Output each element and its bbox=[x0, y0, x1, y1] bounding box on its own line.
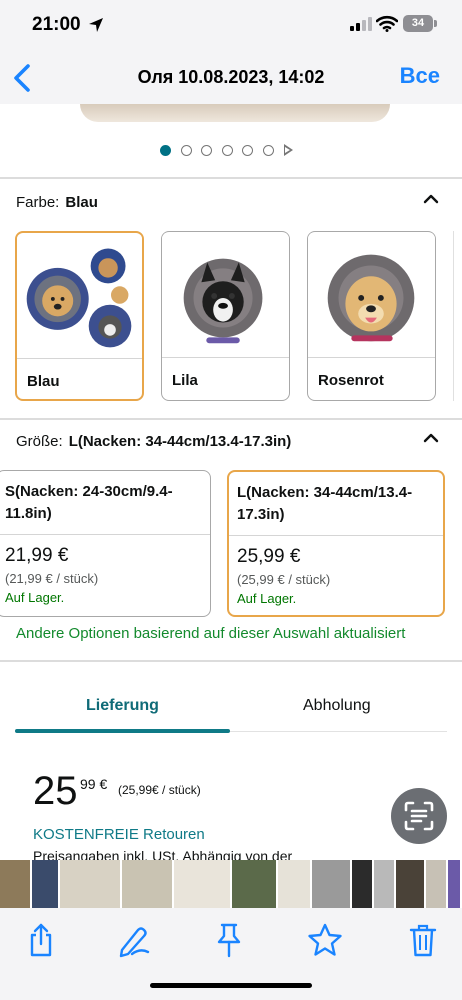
size-label-text: Größe: bbox=[16, 433, 63, 450]
color-label-text: Farbe: bbox=[16, 194, 60, 211]
location-arrow-icon bbox=[89, 18, 103, 32]
size-option-price: 25,99 € bbox=[237, 546, 301, 567]
divider bbox=[0, 418, 462, 420]
color-option-rosenrot[interactable]: Rosenrot bbox=[307, 231, 436, 401]
status-time: 21:00 bbox=[32, 14, 81, 35]
size-option-l[interactable]: L(Nacken: 34-44cm/13.4-17.3in) 25,99 € (… bbox=[227, 470, 445, 617]
color-option-lila[interactable]: Lila bbox=[161, 231, 290, 401]
gallery-dot[interactable] bbox=[262, 144, 274, 156]
price-cents: 99 € bbox=[80, 776, 108, 792]
nav-title: Оля 10.08.2023, 14:02 bbox=[137, 67, 325, 87]
battery-tip bbox=[434, 20, 437, 27]
color-value: Blau bbox=[65, 194, 98, 211]
nav-bar: Оля 10.08.2023, 14:02 Все bbox=[0, 52, 462, 104]
product-thumbnail bbox=[17, 234, 142, 357]
text-scan-icon bbox=[404, 801, 434, 831]
size-option-s[interactable]: S(Nacken: 24-30cm/9.4-11.8in) 21,99 € (2… bbox=[0, 470, 211, 617]
photo-thumbnail[interactable] bbox=[60, 860, 122, 908]
photo-thumbnail-strip[interactable] bbox=[0, 860, 462, 908]
tab-pickup[interactable]: Abholung bbox=[303, 697, 371, 715]
photo-thumbnail[interactable] bbox=[374, 860, 396, 908]
color-option-peek[interactable] bbox=[453, 231, 462, 401]
color-option-blau[interactable]: Blau bbox=[15, 231, 144, 401]
photo-thumbnail[interactable] bbox=[32, 860, 60, 908]
options-update-note: Andere Optionen basierend auf dieser Aus… bbox=[16, 625, 406, 642]
product-image[interactable] bbox=[80, 104, 390, 122]
trash-icon[interactable] bbox=[406, 922, 440, 958]
size-option-stock: Auf Lager. bbox=[5, 590, 65, 605]
size-value: L(Nacken: 34-44cm/13.4-17.3in) bbox=[68, 433, 292, 450]
size-option-unit-price: (25,99 € / stück) bbox=[237, 572, 331, 587]
color-option-label: Lila bbox=[172, 372, 198, 389]
photo-thumbnail[interactable] bbox=[426, 860, 448, 908]
gallery-dot[interactable] bbox=[242, 144, 254, 156]
product-thumbnail bbox=[162, 232, 289, 357]
product-thumbnail bbox=[308, 232, 435, 357]
wifi-icon bbox=[376, 15, 398, 32]
pin-icon[interactable] bbox=[212, 922, 246, 958]
photo-thumbnail[interactable] bbox=[448, 860, 462, 908]
tab-active-indicator bbox=[15, 729, 230, 733]
photo-thumbnail[interactable] bbox=[312, 860, 352, 908]
gallery-dot[interactable] bbox=[221, 144, 233, 156]
size-option-price: 21,99 € bbox=[5, 545, 69, 566]
photo-thumbnail[interactable] bbox=[352, 860, 374, 908]
color-option-label: Rosenrot bbox=[318, 372, 384, 389]
size-option-label: S(Nacken: 24-30cm/9.4-11.8in) bbox=[5, 483, 173, 522]
status-bar: 21:00 34 bbox=[0, 0, 462, 52]
photo-thumbnail[interactable] bbox=[174, 860, 232, 908]
size-option-label: L(Nacken: 34-44cm/13.4-17.3in) bbox=[237, 484, 413, 523]
photo-thumbnail[interactable] bbox=[278, 860, 312, 908]
all-photos-button[interactable]: Все bbox=[400, 63, 440, 89]
gallery-dot[interactable] bbox=[180, 144, 192, 156]
signal-icon bbox=[350, 17, 372, 31]
divider bbox=[0, 660, 462, 662]
markup-icon[interactable] bbox=[118, 922, 152, 958]
gallery-dot[interactable] bbox=[160, 144, 171, 156]
photo-thumbnail[interactable] bbox=[122, 860, 174, 908]
photo-thumbnail[interactable] bbox=[396, 860, 426, 908]
collapse-size-icon[interactable] bbox=[423, 430, 439, 446]
share-icon[interactable] bbox=[24, 922, 58, 958]
size-option-unit-price: (21,99 € / stück) bbox=[5, 571, 99, 586]
gallery-dots[interactable] bbox=[160, 143, 293, 157]
divider bbox=[0, 177, 462, 179]
gallery-play-icon[interactable] bbox=[283, 144, 293, 156]
size-label: Größe: L(Nacken: 34-44cm/13.4-17.3in) bbox=[16, 433, 291, 450]
color-label: Farbe: Blau bbox=[16, 194, 98, 211]
free-returns-link[interactable]: KOSTENFREIE Retouren bbox=[33, 826, 205, 843]
photo-thumbnail[interactable] bbox=[0, 860, 32, 908]
gallery-dot[interactable] bbox=[201, 144, 213, 156]
home-indicator bbox=[150, 983, 312, 988]
size-option-stock: Auf Lager. bbox=[237, 591, 297, 606]
color-option-label: Blau bbox=[27, 373, 60, 390]
photo-thumbnail[interactable] bbox=[232, 860, 278, 908]
price-whole: 25 bbox=[33, 769, 78, 813]
collapse-color-icon[interactable] bbox=[423, 191, 439, 207]
text-scan-button[interactable] bbox=[391, 788, 447, 844]
price-unit: (25,99€ / stück) bbox=[118, 783, 201, 797]
tab-delivery[interactable]: Lieferung bbox=[86, 697, 159, 715]
star-icon[interactable] bbox=[306, 922, 344, 958]
battery-icon: 34 bbox=[403, 15, 433, 32]
